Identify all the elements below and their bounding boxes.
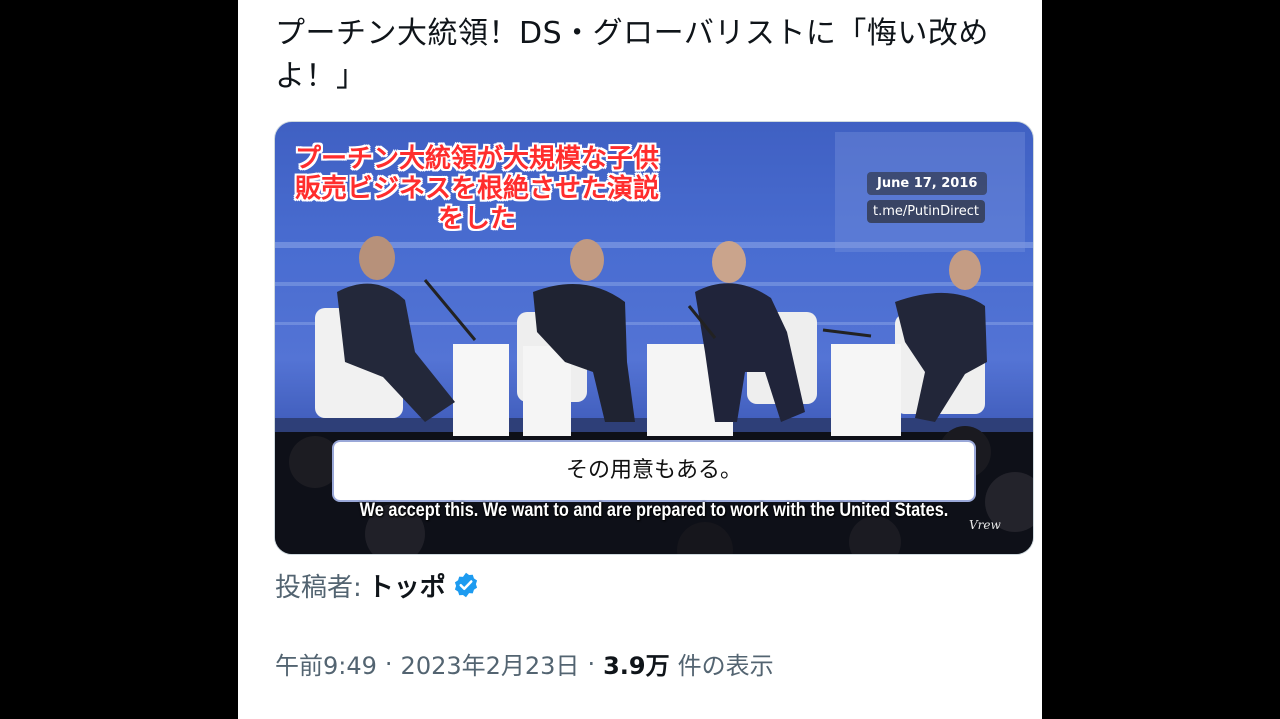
video-channel-stamp: t.me/PutinDirect xyxy=(867,200,985,223)
post-title: プーチン大統領！DS・グローバリストに「悔い改めよ！」 xyxy=(275,16,989,94)
view-count[interactable]: 3.9万 xyxy=(603,646,670,681)
meta-separator: · xyxy=(384,649,393,678)
subtitle-english: We accept this. We want to and are prepa… xyxy=(359,500,949,521)
video-overlay-caption: プーチン大統領が大規模な子供販売ビジネスを根絶させた演説をした xyxy=(294,144,659,234)
author-name[interactable]: トッポ xyxy=(368,567,446,604)
post-author: 投稿者: トッポ xyxy=(275,565,480,605)
subtitle-japanese: その用意もある。 xyxy=(332,440,976,502)
video-date-stamp: June 17, 2016 xyxy=(867,172,988,195)
author-label: 投稿者: xyxy=(275,572,362,603)
view-label: 件の表示 xyxy=(677,652,774,680)
post-time[interactable]: 午前9:49 xyxy=(275,646,377,681)
meta-separator: · xyxy=(587,649,596,678)
verified-badge-icon xyxy=(452,571,480,599)
post-date[interactable]: 2023年2月23日 xyxy=(401,646,580,681)
video-player[interactable]: プーチン大統領が大規模な子供販売ビジネスを根絶させた演説をした June 17,… xyxy=(274,121,1034,555)
post-panel: プーチン大統領！DS・グローバリストに「悔い改めよ！」 プーチン大統領が大規模な… xyxy=(238,0,1042,719)
post-meta: 午前9:49 · 2023年2月23日 · 3.9万 件の表示 xyxy=(275,646,774,681)
video-watermark: Vrew xyxy=(969,518,1001,532)
